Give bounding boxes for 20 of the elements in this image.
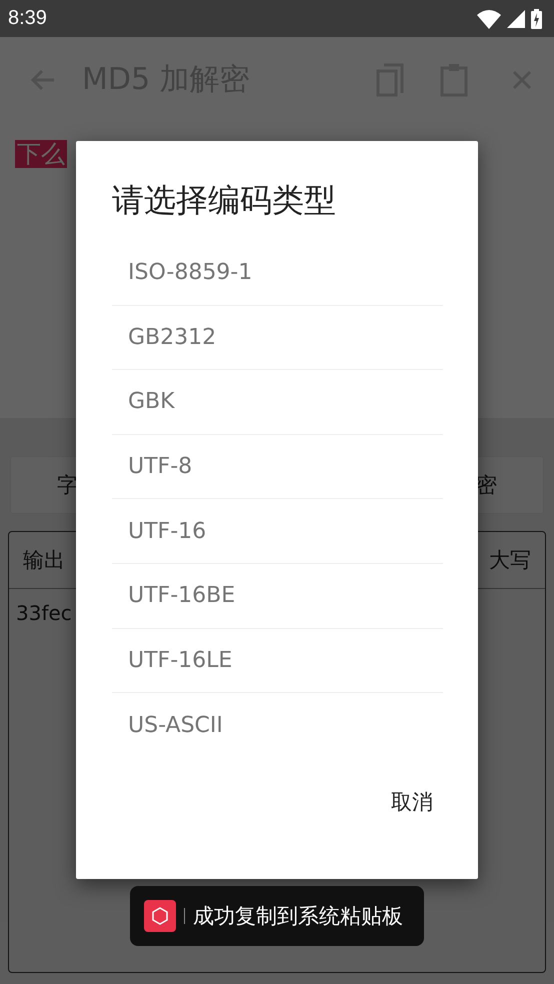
battery-charging-icon: [531, 8, 542, 28]
cancel-button[interactable]: 取消: [381, 780, 443, 824]
encoding-option[interactable]: UTF-16LE: [112, 628, 443, 694]
encoding-option[interactable]: UTF-16: [112, 499, 443, 564]
encoding-option[interactable]: GBK: [112, 370, 443, 435]
encoding-option[interactable]: ISO-8859-1: [112, 241, 443, 306]
encoding-option[interactable]: UTF-16BE: [112, 564, 443, 629]
uppercase-toggle[interactable]: 大写: [489, 546, 531, 574]
output-text: 33fec: [16, 601, 72, 625]
toast-message: 成功复制到系统粘贴板: [193, 903, 403, 930]
dialog-title: 请选择编码类型: [112, 180, 337, 221]
app-logo-icon: [144, 900, 176, 932]
input-text: 下么: [15, 140, 67, 168]
wifi-icon: [477, 8, 501, 28]
encoding-option[interactable]: UTF-8: [112, 434, 443, 500]
clock: 8:39: [8, 7, 47, 30]
encoding-option[interactable]: GB2312: [112, 306, 443, 370]
encoding-option[interactable]: US-ASCII: [112, 693, 443, 758]
output-label: 输出: [23, 547, 65, 574]
signal-icon: [507, 10, 525, 28]
